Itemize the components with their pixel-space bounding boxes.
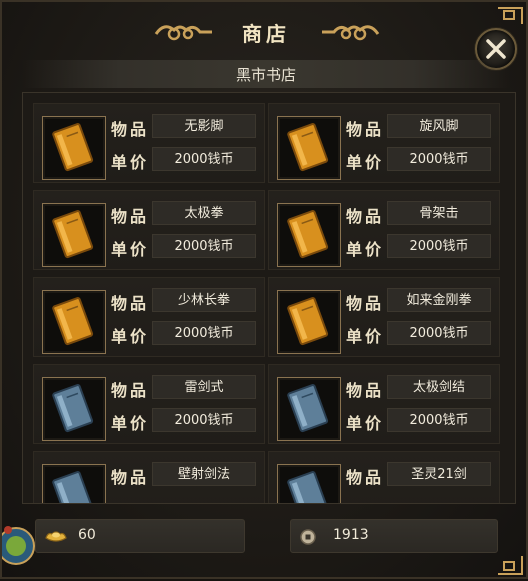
title-row: 商店 <box>2 2 528 60</box>
blue-book-icon <box>287 471 329 503</box>
item-price-value: 2000钱币 <box>152 234 256 258</box>
item-name-value: 无影脚 <box>152 114 256 138</box>
shop-item-card[interactable]: 物品 太极拳 单价 2000钱币 <box>33 190 265 270</box>
corner-ornament-top-right <box>498 7 523 24</box>
shop-item-card[interactable]: 物品 壁射剑法 <box>33 451 265 503</box>
close-icon <box>486 39 506 59</box>
item-name-label: 物品 <box>111 294 150 313</box>
gold-amount: 60 <box>78 527 96 543</box>
item-name-value: 太极拳 <box>152 201 256 225</box>
item-icon-slot[interactable] <box>277 290 341 354</box>
item-icon-slot[interactable] <box>42 116 106 180</box>
item-price-label: 单价 <box>111 327 150 346</box>
copper-coin-icon <box>300 529 316 545</box>
item-name-value: 壁射剑法 <box>152 462 256 486</box>
orange-book-icon <box>52 123 94 172</box>
item-name-label: 物品 <box>346 120 385 139</box>
item-price-label: 单价 <box>111 240 150 259</box>
item-price-label: 单价 <box>346 240 385 259</box>
coin-balance: 1913 <box>290 519 498 553</box>
right-cloud-ornament <box>322 25 380 41</box>
shop-item-card[interactable]: 物品 旋风脚 单价 2000钱币 <box>268 103 500 183</box>
shop-item-card[interactable]: 物品 雷剑式 单价 2000钱币 <box>33 364 265 444</box>
item-price-label: 单价 <box>111 414 150 433</box>
item-icon-slot[interactable] <box>42 464 106 503</box>
shop-item-card[interactable]: 物品 少林长拳 单价 2000钱币 <box>33 277 265 357</box>
gold-balance: 60 <box>35 519 245 553</box>
item-price-value: 2000钱币 <box>152 408 256 432</box>
item-icon-slot[interactable] <box>42 203 106 267</box>
item-name-label: 物品 <box>111 468 150 487</box>
item-grid[interactable]: 物品 无影脚 单价 2000钱币 物品 旋风脚 单价 2000钱币 物品 太极拳… <box>22 92 516 504</box>
item-name-label: 物品 <box>111 381 150 400</box>
orange-book-icon <box>287 210 329 259</box>
item-price-value: 2000钱币 <box>152 147 256 171</box>
item-price-value: 2000钱币 <box>387 234 491 258</box>
item-name-value: 雷剑式 <box>152 375 256 399</box>
item-name-value: 骨架击 <box>387 201 491 225</box>
item-price-label: 单价 <box>346 414 385 433</box>
shop-name: 黑市书店 <box>235 66 296 84</box>
item-name-value: 太极剑结 <box>387 375 491 399</box>
item-price-label: 单价 <box>346 327 385 346</box>
blue-book-icon <box>52 471 94 503</box>
item-price-value: 2000钱币 <box>387 321 491 345</box>
item-name-value: 圣灵21剑 <box>387 462 491 486</box>
shop-item-card[interactable]: 物品 太极剑结 单价 2000钱币 <box>268 364 500 444</box>
item-name-label: 物品 <box>111 207 150 226</box>
item-name-value: 少林长拳 <box>152 288 256 312</box>
shop-item-card[interactable]: 物品 圣灵21剑 <box>268 451 500 503</box>
item-icon-slot[interactable] <box>42 290 106 354</box>
item-name-value: 如来金刚拳 <box>387 288 491 312</box>
item-name-value: 旋风脚 <box>387 114 491 138</box>
item-name-label: 物品 <box>346 468 385 487</box>
item-icon-slot[interactable] <box>277 377 341 441</box>
window-title: 商店 <box>242 22 290 46</box>
item-name-label: 物品 <box>346 207 385 226</box>
item-name-label: 物品 <box>346 381 385 400</box>
item-icon-slot[interactable] <box>277 203 341 267</box>
coin-amount: 1913 <box>333 527 369 543</box>
item-name-label: 物品 <box>346 294 385 313</box>
shop-window: 商店 黑市书店 物品 无影脚 单价 2000钱币 物品 旋风脚 单价 2000钱… <box>0 0 528 579</box>
shop-item-card[interactable]: 物品 无影脚 单价 2000钱币 <box>33 103 265 183</box>
item-price-value: 2000钱币 <box>387 147 491 171</box>
item-price-value: 2000钱币 <box>387 408 491 432</box>
item-name-label: 物品 <box>111 120 150 139</box>
item-price-label: 单价 <box>111 153 150 172</box>
gold-ingot-icon <box>45 531 67 542</box>
item-price-label: 单价 <box>346 153 385 172</box>
subtitle-bar: 黑市书店 <box>22 60 510 88</box>
shop-item-card[interactable]: 物品 骨架击 单价 2000钱币 <box>268 190 500 270</box>
orange-book-icon <box>287 297 329 346</box>
item-icon-slot[interactable] <box>277 464 341 503</box>
blue-book-icon <box>287 384 329 433</box>
item-icon-slot[interactable] <box>42 377 106 441</box>
orange-book-icon <box>287 123 329 172</box>
orange-book-icon <box>52 297 94 346</box>
shop-item-card[interactable]: 物品 如来金刚拳 单价 2000钱币 <box>268 277 500 357</box>
item-icon-slot[interactable] <box>277 116 341 180</box>
corner-ornament-bottom-right <box>498 556 523 575</box>
item-price-value: 2000钱币 <box>152 321 256 345</box>
blue-book-icon <box>52 384 94 433</box>
orange-book-icon <box>52 210 94 259</box>
